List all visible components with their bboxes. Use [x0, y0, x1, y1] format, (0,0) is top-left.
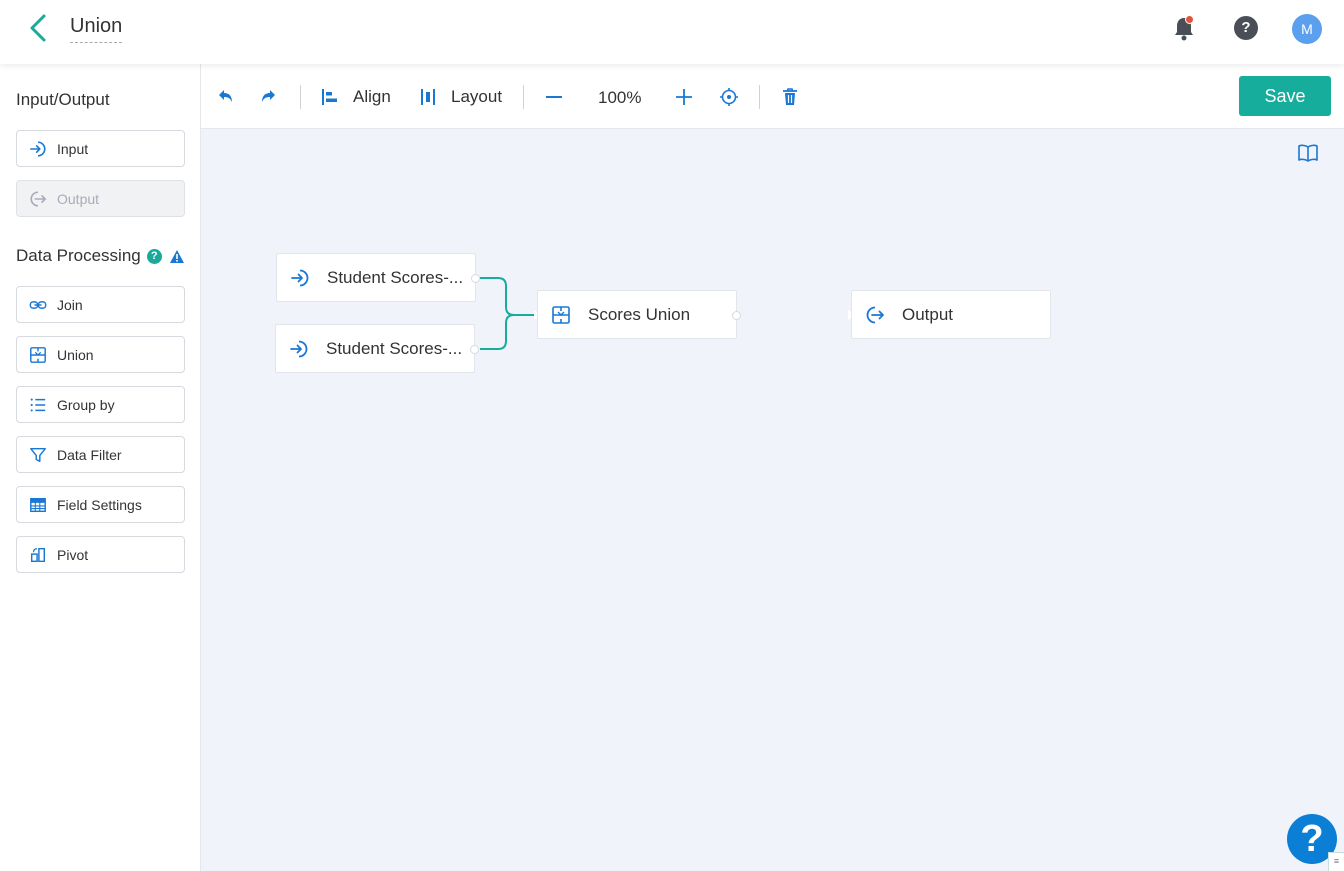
toolbar-divider	[523, 85, 524, 109]
node-label: Student Scores-...	[326, 338, 463, 358]
layout-button[interactable]: Layout	[418, 82, 502, 112]
group-by-label: Group by	[57, 396, 115, 413]
input-node-student-scores-2[interactable]: Student Scores-...	[275, 324, 475, 373]
zoom-out-icon[interactable]	[544, 82, 564, 112]
union-label: Union	[57, 346, 94, 363]
avatar[interactable]: M	[1292, 14, 1322, 44]
layout-icon	[421, 89, 435, 105]
input-arrow-icon	[29, 140, 46, 157]
align-left-icon	[322, 89, 337, 105]
union-icon	[552, 305, 570, 324]
list-icon	[30, 398, 46, 411]
link-icon	[29, 300, 47, 309]
back-chevron-icon[interactable]	[26, 13, 52, 43]
toolbar-divider	[300, 85, 301, 109]
warning-icon[interactable]	[169, 249, 185, 264]
input-arrow-icon	[291, 269, 309, 286]
table-icon	[30, 497, 46, 512]
filter-icon	[30, 447, 46, 462]
join-button[interactable]: Join	[16, 286, 185, 323]
data-filter-button[interactable]: Data Filter	[16, 436, 185, 473]
output-port[interactable]	[470, 345, 479, 354]
toolbar-divider	[759, 85, 760, 109]
page-title[interactable]: Union	[70, 15, 123, 43]
toolbar: Align Layout 100% Save	[201, 64, 1344, 129]
union-node-scores-union[interactable]: Scores Union	[537, 290, 737, 339]
top-header: Union ? M	[0, 0, 1344, 64]
layout-label: Layout	[451, 87, 503, 106]
data-processing-title: Data Processing ?	[16, 246, 185, 266]
node-label: Scores Union	[588, 304, 691, 324]
output-arrow-icon	[866, 306, 884, 323]
undo-icon[interactable]	[215, 82, 235, 112]
notification-dot	[1185, 15, 1194, 24]
output-button-label: Output	[57, 190, 100, 207]
input-arrow-icon	[290, 340, 308, 357]
sidebar: Input/Output Input Output Data Processin…	[0, 64, 201, 871]
question-icon[interactable]: ?	[146, 248, 162, 264]
output-arrow-icon	[30, 190, 47, 207]
group-by-button[interactable]: Group by	[16, 386, 185, 423]
data-filter-label: Data Filter	[57, 446, 122, 463]
zoom-in-icon[interactable]	[674, 82, 694, 112]
align-button[interactable]: Align	[320, 82, 391, 112]
input-node-student-scores-1[interactable]: Student Scores-...	[276, 253, 476, 302]
node-label: Output	[902, 304, 954, 324]
input-output-title: Input/Output	[16, 90, 110, 109]
data-processing-label: Data Processing	[16, 246, 141, 265]
join-label: Join	[57, 296, 83, 313]
help-icon[interactable]: ?	[1232, 14, 1260, 42]
align-label: Align	[353, 87, 391, 106]
union-icon	[30, 346, 46, 363]
flow-canvas[interactable]: Student Scores-... Student Scores-... Sc…	[201, 129, 1344, 871]
save-button[interactable]: Save	[1239, 76, 1331, 116]
bell-icon[interactable]	[1170, 14, 1198, 42]
pivot-button[interactable]: Pivot	[16, 536, 185, 573]
locate-icon[interactable]	[719, 82, 739, 112]
node-label: Student Scores-...	[327, 267, 464, 287]
union-button[interactable]: Union	[16, 336, 185, 373]
menu-lines-icon[interactable]: ≡	[1328, 852, 1344, 871]
output-port[interactable]	[732, 311, 741, 320]
output-button: Output	[16, 180, 185, 217]
output-node[interactable]: Output	[851, 290, 1051, 339]
pivot-icon	[30, 547, 46, 562]
redo-icon[interactable]	[259, 82, 279, 112]
help-glyph: ?	[1234, 16, 1258, 40]
field-settings-label: Field Settings	[57, 496, 142, 513]
field-settings-button[interactable]: Field Settings	[16, 486, 185, 523]
input-button[interactable]: Input	[16, 130, 185, 167]
edge-connectors	[480, 277, 537, 350]
trash-icon[interactable]	[780, 82, 800, 112]
zoom-level: 100%	[598, 88, 642, 107]
pivot-label: Pivot	[57, 546, 89, 563]
book-icon[interactable]	[1297, 143, 1319, 163]
input-button-label: Input	[57, 140, 89, 157]
output-port[interactable]	[471, 274, 480, 283]
